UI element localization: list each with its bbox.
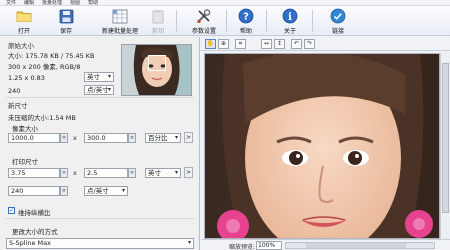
crop-tool-icon[interactable]: ⌗	[235, 39, 246, 49]
info-icon: i	[282, 8, 298, 24]
save-button[interactable]: 保存	[48, 7, 84, 35]
pixel-width-input[interactable]: 1000.0	[8, 133, 60, 143]
menu-file[interactable]: 文件	[6, 0, 16, 5]
image-preview[interactable]	[204, 53, 440, 239]
svg-text:?: ?	[243, 12, 249, 23]
tools-icon	[196, 8, 212, 24]
rotate-left-icon[interactable]: ↶	[291, 39, 302, 49]
toolbar-separator	[312, 10, 313, 32]
folder-icon	[16, 8, 32, 24]
resize-method-select[interactable]: S-Spline Max	[6, 238, 194, 249]
menu-help[interactable]: 帮助	[88, 0, 98, 5]
vertical-scrollbar[interactable]	[440, 53, 450, 239]
divider	[6, 97, 194, 98]
times-sign: x	[73, 134, 77, 142]
link-globe-icon	[330, 8, 346, 24]
fit-width-icon[interactable]: ↔	[261, 39, 272, 49]
portrait-photo	[205, 54, 439, 238]
settings-button[interactable]: 参数设置	[184, 7, 224, 35]
new-batch-label: 新建批量处理	[101, 28, 138, 35]
pixel-more-button[interactable]: >	[184, 132, 193, 143]
zoom-tool-icon[interactable]: ⊕	[218, 39, 229, 49]
toolbar-separator	[266, 10, 267, 32]
new-batch-button[interactable]: 新建批量处理	[98, 7, 142, 35]
floppy-disk-icon	[58, 8, 74, 24]
pixel-height-spinner[interactable]: ≑	[128, 133, 136, 143]
rotate-right-icon[interactable]: ↷	[304, 39, 315, 49]
open-label: 打开	[17, 28, 30, 35]
zoom-value: 100%	[258, 242, 276, 249]
navigator-thumbnail[interactable]	[121, 44, 192, 96]
print-resolution-spinner[interactable]: ≑	[60, 186, 68, 196]
crop-button[interactable]: 剪切	[140, 7, 176, 35]
original-size-title: 原始大小	[8, 42, 34, 50]
hand-tool-icon[interactable]: ✋	[205, 39, 216, 49]
resize-method-title: 更改大小的方式	[12, 228, 58, 236]
print-width-input[interactable]: 3.75	[8, 168, 60, 178]
help-button[interactable]: ? 帮助	[228, 7, 264, 35]
save-label: 保存	[59, 28, 72, 35]
question-mark-icon: ?	[238, 8, 254, 24]
times-sign: x	[73, 169, 77, 177]
keep-ratio-checkbox[interactable]: ✓	[8, 207, 15, 214]
horizontal-scroll-thumb[interactable]	[306, 243, 406, 248]
original-file-size: 大小: 175.78 KB / 75.45 KB	[8, 52, 95, 60]
settings-label: 参数设置	[191, 28, 216, 35]
crop-label: 剪切	[151, 28, 164, 35]
print-height-input[interactable]: 2.5	[84, 168, 128, 178]
preview-statusbar: 缩放预览: 100%	[201, 239, 450, 250]
fit-height-icon[interactable]: ↕	[274, 39, 285, 49]
new-size-title: 新尺寸	[8, 102, 28, 110]
pixel-width-spinner[interactable]: ≑	[60, 133, 68, 143]
zoom-select[interactable]: 100%	[256, 241, 282, 250]
toolbar: 打开 保存 新建批量处理 剪切 参数设置 ? 帮助 i 关于 链接	[0, 6, 450, 36]
vertical-scroll-thumb[interactable]	[442, 63, 449, 213]
print-height-spinner[interactable]: ≑	[128, 168, 136, 178]
menu-edit[interactable]: 编辑	[24, 0, 34, 5]
about-label: 关于	[283, 28, 296, 35]
open-button[interactable]: 打开	[6, 7, 42, 35]
print-res-unit-select[interactable]: 点/英寸	[84, 186, 128, 196]
original-dims-unit-select[interactable]: 英寸	[84, 72, 114, 82]
preview-toolbar: ✋ ⊕ ⌗ ↔ ↕ ↶ ↷	[201, 37, 450, 51]
print-resolution-input[interactable]: 240	[8, 186, 60, 196]
settings-panel: 原始大小 大小: 175.78 KB / 75.45 KB 300 x 200 …	[0, 37, 200, 250]
link-label: 链接	[331, 28, 344, 35]
print-width-spinner[interactable]: ≑	[60, 168, 68, 178]
menu-batch[interactable]: 批量处理	[42, 0, 62, 5]
zoom-label: 缩放预览:	[229, 244, 256, 250]
uncompressed-size: 未压缩的大小:1.54 MB	[8, 114, 76, 122]
clipboard-icon	[150, 8, 166, 24]
about-button[interactable]: i 关于	[272, 7, 308, 35]
original-res-unit-select[interactable]: 点/英寸	[84, 85, 114, 95]
pixel-size-label: 像素大小	[12, 125, 38, 133]
original-print-dims: 1.25 x 0.83	[8, 74, 45, 82]
toolbar-separator	[226, 10, 227, 32]
divider	[6, 218, 194, 219]
print-size-label: 打印尺寸	[12, 158, 38, 166]
print-unit-select[interactable]: 英寸	[145, 168, 181, 178]
original-pixel-dims: 300 x 200 像素, RGB/8	[8, 63, 81, 71]
original-resolution: 240	[8, 87, 21, 95]
link-button[interactable]: 链接	[320, 7, 356, 35]
print-more-button[interactable]: >	[184, 167, 193, 178]
help-label: 帮助	[239, 28, 252, 35]
pixel-unit-select[interactable]: 百分比	[145, 133, 181, 143]
toolbar-separator	[176, 10, 177, 32]
horizontal-scrollbar[interactable]	[285, 242, 435, 249]
view-region-indicator[interactable]	[148, 55, 166, 71]
keep-ratio-label: 维持纵横比	[18, 209, 51, 217]
svg-text:i: i	[288, 12, 292, 23]
menu-view[interactable]: 视图	[70, 0, 80, 5]
pixel-height-input[interactable]: 300.0	[84, 133, 128, 143]
batch-grid-icon	[112, 8, 128, 24]
